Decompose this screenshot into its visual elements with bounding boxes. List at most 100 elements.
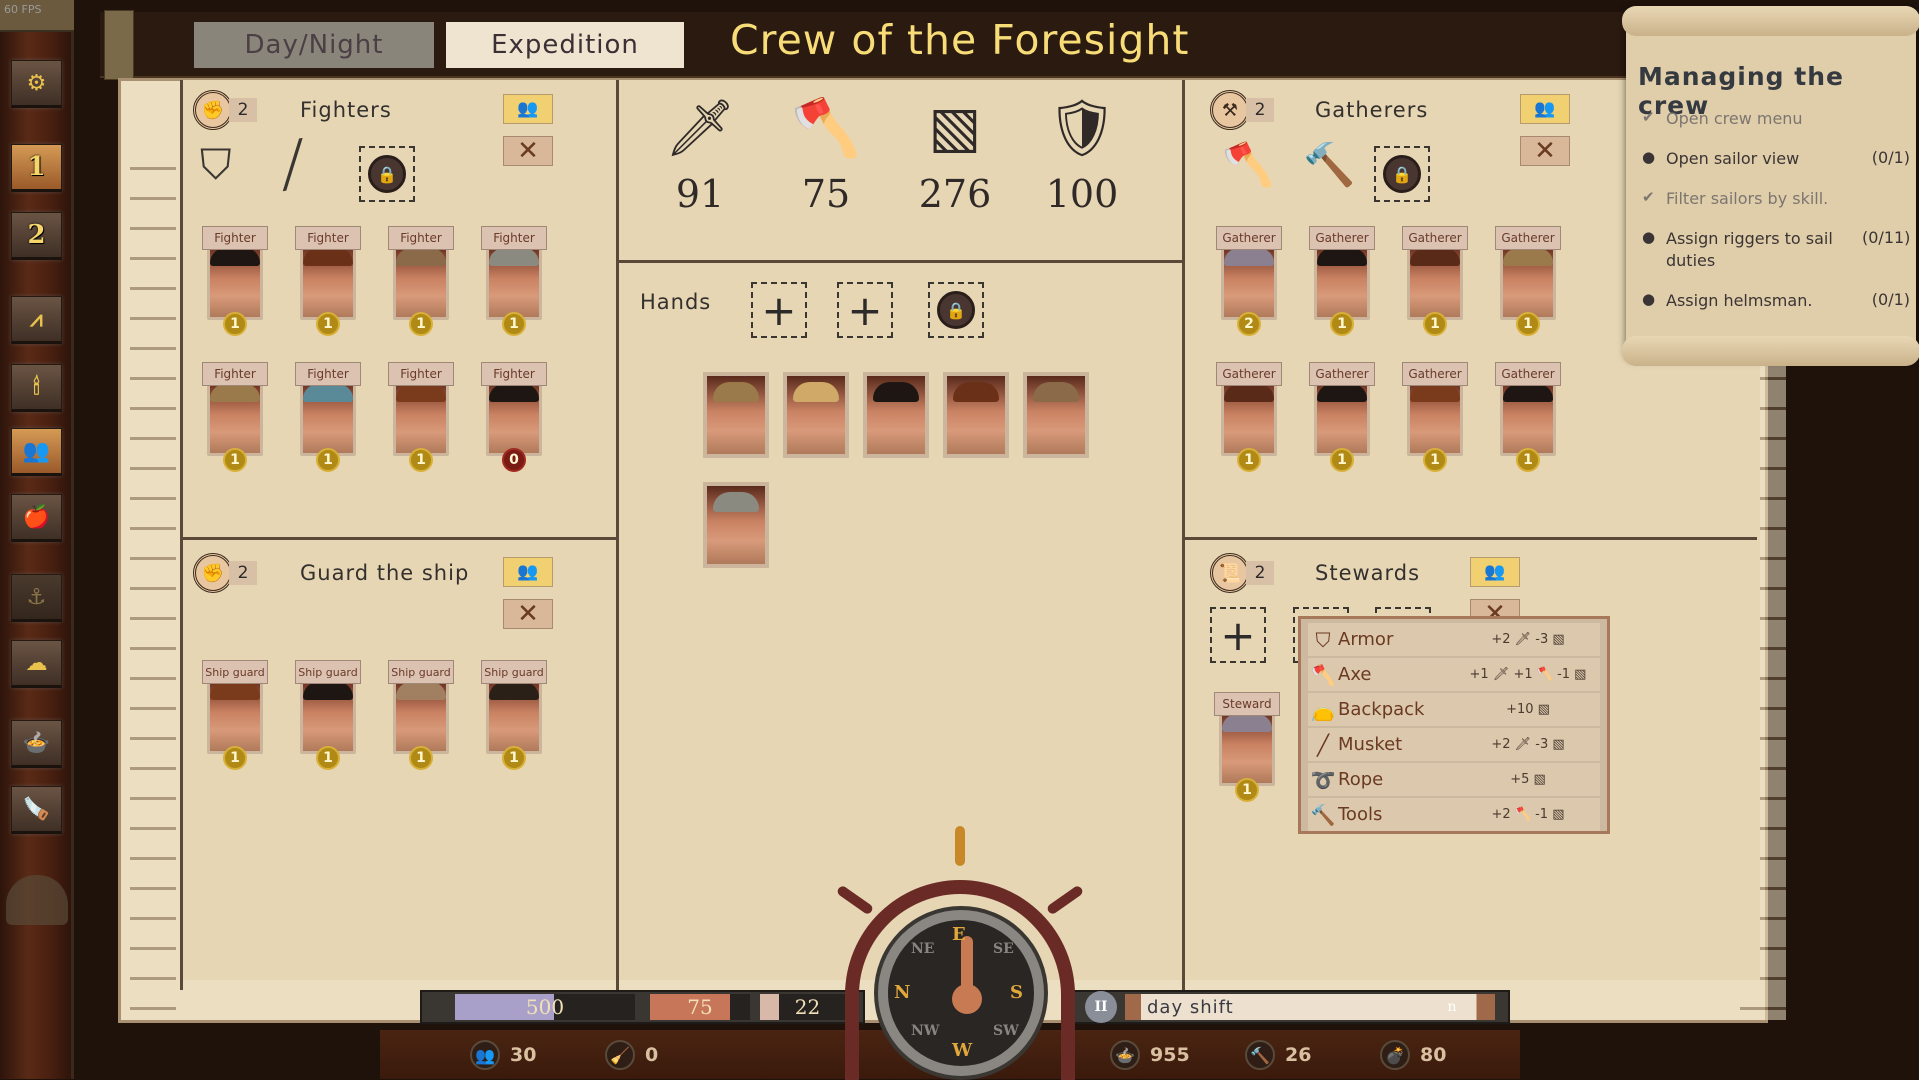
sidebar-item-weather[interactable]: ☁ xyxy=(11,640,62,688)
tools-icon[interactable]: 🔨 xyxy=(1303,140,1355,190)
role-label: Fighter xyxy=(202,362,268,386)
resource-crew-count: 👥 30 xyxy=(470,1040,536,1070)
unassigned-crew-card[interactable] xyxy=(783,372,849,458)
hammer-icon: 🔨 xyxy=(1245,1040,1275,1070)
crew-member-card[interactable]: Gatherer 1 xyxy=(1402,226,1468,336)
group-crew-button[interactable]: 👥 xyxy=(503,94,553,124)
tab-day-night[interactable]: Day/Night xyxy=(194,22,434,68)
shift-schedule-slider[interactable]: day shift xyxy=(1125,994,1495,1020)
unassigned-crew-card[interactable] xyxy=(943,372,1009,458)
skill-level: 2 xyxy=(1246,98,1274,122)
group-crew-button[interactable]: 👥 xyxy=(1520,94,1570,124)
armor-icon[interactable]: ⛉ xyxy=(200,140,232,190)
crew-member-card[interactable]: Ship guard 1 xyxy=(202,660,268,770)
fist-icon[interactable]: ✊ xyxy=(193,553,233,593)
crew-member-card[interactable]: Fighter 1 xyxy=(202,226,268,336)
crew-member-card[interactable]: Ship guard 1 xyxy=(295,660,361,770)
crew-member-card[interactable]: Fighter 1 xyxy=(481,226,547,336)
locked-slot[interactable]: 🔒 xyxy=(928,282,984,338)
crew-member-card[interactable]: Fighter 1 xyxy=(295,362,361,472)
scroll-icon[interactable]: 📜 xyxy=(1210,553,1250,593)
add-slot-button[interactable]: + xyxy=(751,282,807,338)
pot-icon: 🍲 xyxy=(22,730,51,756)
section-title: Stewards xyxy=(1315,561,1421,585)
equipment-option-musket[interactable]: ╱ Musket +2 🗡 -3 ▧ xyxy=(1308,728,1600,761)
unassigned-crew-card[interactable] xyxy=(1023,372,1089,458)
sidebar-item-speed-2[interactable]: 2 xyxy=(11,212,62,260)
pause-button[interactable]: II xyxy=(1085,991,1117,1023)
sidebar-item-provisions[interactable]: 🍎 xyxy=(11,494,62,542)
equipment-name: Armor xyxy=(1338,629,1394,650)
equipment-option-axe[interactable]: 🪓 Axe +1 🗡 +1 🪓 -1 ▧ xyxy=(1308,658,1600,691)
unassigned-crew-card[interactable] xyxy=(703,482,769,568)
group-crew-button[interactable]: 👥 xyxy=(1470,557,1520,587)
resource-value: 955 xyxy=(1150,1044,1190,1066)
sidebar-item-navigation[interactable]: ⩘ xyxy=(11,296,62,344)
unassigned-crew-card[interactable] xyxy=(863,372,929,458)
objective-text: Assign riggers to sail duties xyxy=(1666,229,1833,270)
crew-member-card[interactable]: Fighter 1 xyxy=(388,362,454,472)
add-slot-button[interactable]: + xyxy=(1210,607,1266,663)
lock-icon: 🔒 xyxy=(1383,155,1421,193)
sidebar-item-crew[interactable]: 👥 xyxy=(11,428,62,476)
crew-member-card[interactable]: Gatherer 1 xyxy=(1402,362,1468,472)
compass-direction: W xyxy=(952,1040,973,1061)
portrait-hair xyxy=(1503,248,1553,266)
sidebar-item-anchor[interactable]: ⚓ xyxy=(11,574,62,622)
locked-slot[interactable]: 🔒 xyxy=(359,146,415,202)
weather-icon: ☁ xyxy=(25,650,48,676)
quest-objective: ✔ Open crew menu xyxy=(1642,108,1910,130)
unassign-all-button[interactable]: ✕ xyxy=(503,136,553,166)
crew-member-card[interactable]: Gatherer 2 xyxy=(1216,226,1282,336)
role-label: Ship guard xyxy=(388,660,454,684)
crew-member-card[interactable]: Gatherer 1 xyxy=(1309,362,1375,472)
tab-expedition[interactable]: Expedition xyxy=(446,22,684,68)
sidebar-item-cooking[interactable]: 🍲 xyxy=(11,720,62,768)
crew-member-card[interactable]: Gatherer 1 xyxy=(1216,362,1282,472)
unassign-all-button[interactable]: ✕ xyxy=(503,599,553,629)
crew-member-card[interactable]: Fighter 1 xyxy=(295,226,361,336)
fist-icon[interactable]: ✊ xyxy=(193,90,233,130)
crew-member-card[interactable]: Ship guard 1 xyxy=(388,660,454,770)
unassigned-crew-card[interactable] xyxy=(703,372,769,458)
helm-spoke xyxy=(955,826,965,866)
role-label: Steward xyxy=(1214,692,1280,716)
crossed-hammers-icon[interactable]: ⚒ xyxy=(1210,90,1250,130)
crew-member-card[interactable]: Fighter 1 xyxy=(202,362,268,472)
compass[interactable]: E SE S SW W NW N NE xyxy=(878,910,1044,1076)
equipment-effects: +5 ▧ xyxy=(1510,772,1546,787)
crew-member-card[interactable]: Gatherer 1 xyxy=(1495,362,1561,472)
group-crew-button[interactable]: 👥 xyxy=(503,557,553,587)
musket-icon: ╱ xyxy=(1316,732,1330,757)
equipment-name: Musket xyxy=(1338,734,1403,755)
unassign-all-button[interactable]: ✕ xyxy=(1520,136,1570,166)
crew-icon: 👥 xyxy=(470,1040,500,1070)
crew-member-card[interactable]: Fighter 1 xyxy=(388,226,454,336)
equipment-option-backpack[interactable]: 👝 Backpack +10 ▧ xyxy=(1308,693,1600,726)
role-label: Fighter xyxy=(388,362,454,386)
portrait-hair xyxy=(1503,384,1553,402)
sidebar-item-light[interactable]: 🕯 xyxy=(11,364,62,412)
crew-member-card[interactable]: Steward 1 xyxy=(1214,692,1280,802)
equipment-option-rope[interactable]: ➰ Rope +5 ▧ xyxy=(1308,763,1600,796)
shield-icon: 🛡 xyxy=(1046,96,1118,161)
equipment-option-armor[interactable]: ⛉ Armor +2 🗡 -3 ▧ xyxy=(1308,623,1600,656)
plus-icon: + xyxy=(847,285,883,335)
level-badge: 1 xyxy=(502,746,526,770)
sidebar-item-speed-1[interactable]: 1 xyxy=(11,144,62,192)
level-badge: 1 xyxy=(1423,312,1447,336)
sidebar-item-settings[interactable]: ⚙ xyxy=(11,60,62,108)
top-bracket xyxy=(104,10,134,80)
crew-member-card[interactable]: Fighter 0 xyxy=(481,362,547,472)
crew-member-card[interactable]: Gatherer 1 xyxy=(1495,226,1561,336)
close-icon: ✕ xyxy=(517,136,539,166)
equipment-option-tools[interactable]: 🔨 Tools +2 🪓 -1 ▧ xyxy=(1308,798,1600,831)
sidebar-item-carpentry[interactable]: 🪚 xyxy=(11,786,62,834)
crew-member-card[interactable]: Gatherer 1 xyxy=(1309,226,1375,336)
level-badge: 1 xyxy=(409,448,433,472)
axe-icon[interactable]: 🪓 xyxy=(1222,140,1274,190)
locked-slot[interactable]: 🔒 xyxy=(1374,146,1430,202)
crew-member-card[interactable]: Ship guard 1 xyxy=(481,660,547,770)
scroll-roll-bottom xyxy=(1622,336,1919,366)
add-slot-button[interactable]: + xyxy=(837,282,893,338)
